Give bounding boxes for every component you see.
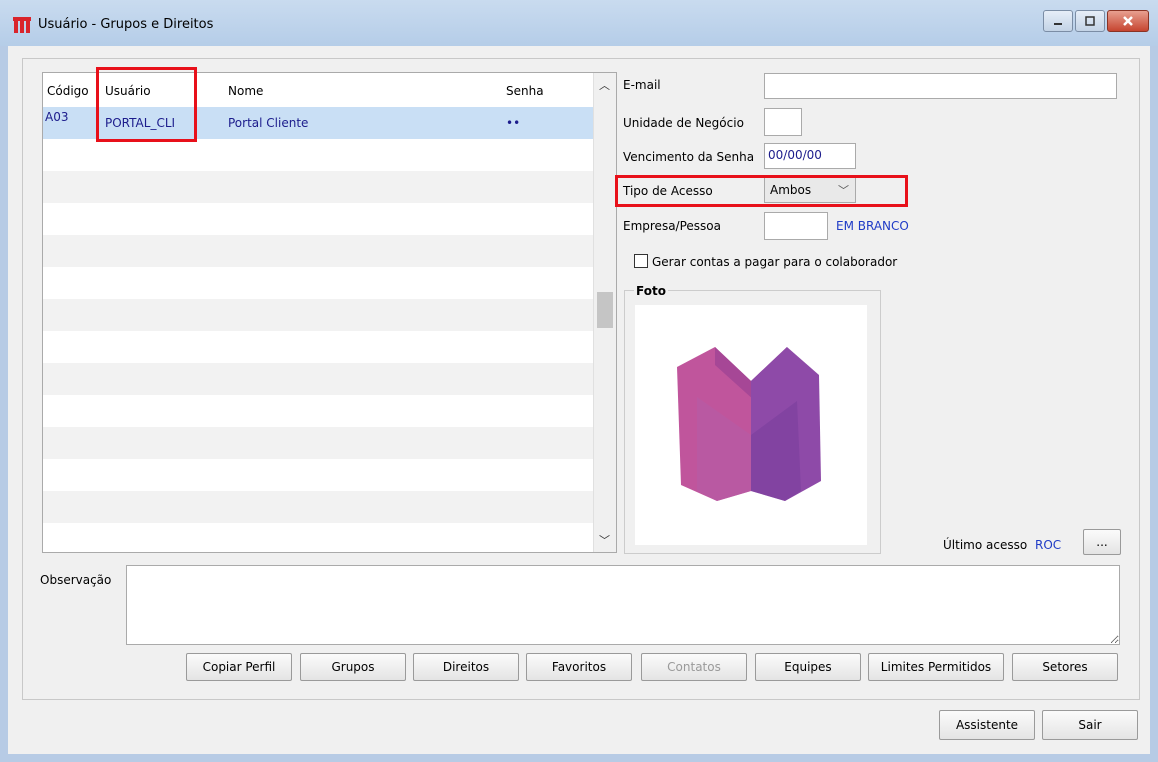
maximize-button[interactable] bbox=[1075, 10, 1105, 32]
col-nome[interactable]: Nome bbox=[228, 84, 263, 98]
table-row[interactable] bbox=[43, 235, 593, 267]
table-row[interactable] bbox=[43, 459, 593, 491]
sair-button[interactable]: Sair bbox=[1042, 710, 1138, 740]
observacao-field[interactable] bbox=[126, 565, 1120, 645]
col-senha[interactable]: Senha bbox=[506, 84, 544, 98]
minimize-button[interactable] bbox=[1043, 10, 1073, 32]
email-field[interactable] bbox=[764, 73, 1117, 99]
app-icon bbox=[13, 17, 31, 33]
em-branco-link[interactable]: EM BRANCO bbox=[836, 219, 909, 233]
contatos-button: Contatos bbox=[641, 653, 747, 681]
gerar-contas-checkbox[interactable] bbox=[634, 254, 648, 268]
cell-codigo: A03 bbox=[45, 110, 69, 124]
vencimento-field[interactable]: 00/00/00 bbox=[764, 143, 856, 169]
table-row[interactable] bbox=[43, 363, 593, 395]
table-row[interactable] bbox=[43, 427, 593, 459]
chevron-down-icon[interactable]: ﹀ bbox=[599, 532, 610, 548]
user-groups-window: Usuário - Grupos e Direitos Código Usuár… bbox=[0, 0, 1158, 762]
gerar-contas-label: Gerar contas a pagar para o colaborador bbox=[652, 255, 898, 269]
empresa-label: Empresa/Pessoa bbox=[623, 219, 721, 233]
table-row[interactable] bbox=[43, 523, 593, 552]
ellipsis-button[interactable]: ... bbox=[1083, 529, 1121, 555]
limites-permitidos-button[interactable]: Limites Permitidos bbox=[868, 653, 1004, 681]
assistente-button[interactable]: Assistente bbox=[939, 710, 1035, 740]
maximize-icon bbox=[1085, 16, 1095, 26]
cell-senha: •• bbox=[506, 116, 521, 130]
setores-button[interactable]: Setores bbox=[1012, 653, 1118, 681]
table-row[interactable] bbox=[43, 203, 593, 235]
empresa-field[interactable] bbox=[764, 212, 828, 240]
vencimento-label: Vencimento da Senha bbox=[623, 150, 755, 164]
scrollbar-thumb[interactable] bbox=[597, 292, 613, 328]
observacao-label: Observação bbox=[40, 573, 112, 587]
logo-m-icon bbox=[677, 347, 821, 501]
tipo-acesso-highlight-box bbox=[615, 175, 908, 207]
users-grid[interactable]: Código Usuário Nome Senha A03 PORTAL_CLI… bbox=[42, 72, 617, 553]
chevron-up-icon[interactable]: ︿ bbox=[599, 77, 610, 93]
close-button[interactable] bbox=[1107, 10, 1149, 32]
table-row[interactable] bbox=[43, 139, 593, 171]
unidade-field[interactable] bbox=[764, 108, 802, 136]
photo-image bbox=[635, 305, 867, 545]
window-title: Usuário - Grupos e Direitos bbox=[38, 17, 214, 32]
ultimo-acesso-label: Último acesso bbox=[943, 538, 1028, 552]
table-row[interactable] bbox=[43, 267, 593, 299]
cell-nome: Portal Cliente bbox=[228, 116, 309, 130]
direitos-button[interactable]: Direitos bbox=[413, 653, 519, 681]
copiar-perfil-button[interactable]: Copiar Perfil bbox=[186, 653, 292, 681]
col-codigo[interactable]: Código bbox=[47, 84, 89, 98]
unidade-label: Unidade de Negócio bbox=[623, 116, 744, 130]
grid-scrollbar[interactable]: ︿ ﹀ bbox=[593, 73, 616, 552]
table-row[interactable] bbox=[43, 491, 593, 523]
email-label: E-mail bbox=[623, 78, 661, 92]
foto-label: Foto bbox=[634, 284, 668, 298]
grupos-button[interactable]: Grupos bbox=[300, 653, 406, 681]
favoritos-button[interactable]: Favoritos bbox=[526, 653, 632, 681]
minimize-icon bbox=[1054, 23, 1062, 25]
ultimo-acesso-value: ROC bbox=[1035, 538, 1062, 552]
title-bar: Usuário - Grupos e Direitos bbox=[0, 0, 1158, 46]
close-icon bbox=[1123, 16, 1133, 26]
table-row[interactable] bbox=[43, 299, 593, 331]
equipes-button[interactable]: Equipes bbox=[755, 653, 861, 681]
table-row[interactable] bbox=[43, 171, 593, 203]
table-row[interactable] bbox=[43, 331, 593, 363]
table-row[interactable] bbox=[43, 395, 593, 427]
usuario-highlight-box bbox=[96, 67, 197, 142]
